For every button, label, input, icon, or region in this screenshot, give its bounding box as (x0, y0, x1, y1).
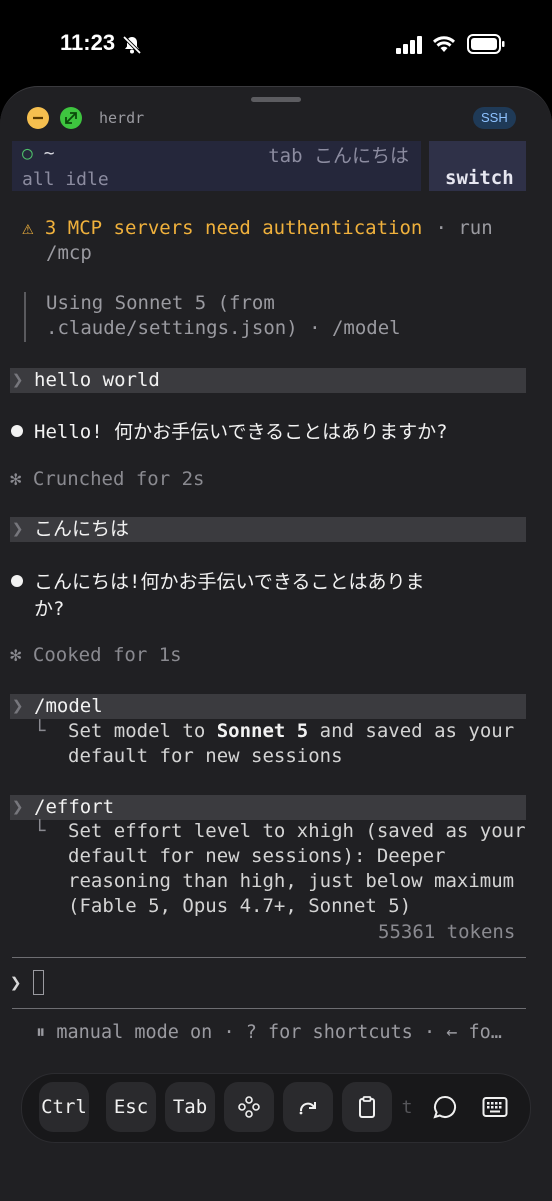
mcp-warning-sep: · run (424, 217, 493, 239)
user-prompt: ❯ hello world (10, 368, 526, 393)
command-output-line3: reasoning than high, just below maximum (68, 870, 515, 892)
divider (12, 957, 526, 958)
input-cursor[interactable] (33, 970, 44, 995)
assistant-reply-line1: こんにちは!何かお手伝いできることはありま (34, 571, 425, 593)
partial-key-button[interactable]: t (396, 1082, 418, 1132)
partial-icon: t (401, 1096, 413, 1118)
key-toolbar: Ctrl Esc Tab t (21, 1073, 531, 1143)
window-title: herdr (99, 109, 145, 127)
assistant-reply: Hello! 何かお手伝いできることはありますか? (34, 421, 448, 443)
token-count: 55361 tokens (378, 921, 516, 943)
wifi-icon (433, 36, 455, 52)
bullet-icon (11, 425, 23, 437)
ctrl-key-button[interactable]: Ctrl (39, 1082, 89, 1132)
tab-dir: ○ ~ (22, 143, 55, 164)
tab-bar[interactable]: ○ ~ tab こんにちは all idle (12, 141, 421, 191)
cellular-signal-icon (396, 36, 422, 54)
command-prompt: ❯ /effort (10, 795, 526, 820)
chevron-right-icon: ❯ (12, 695, 24, 717)
maximize-button[interactable] (60, 107, 82, 129)
chevron-right-icon: ❯ (12, 796, 24, 818)
input-prompt-icon: ❯ (10, 972, 22, 994)
timing-note: ✻ Crunched for 2s (10, 468, 205, 490)
clipboard-button[interactable] (342, 1082, 392, 1132)
tree-corner-icon: └ (34, 720, 46, 742)
command-output-line2: default for new sessions (68, 745, 343, 767)
redo-button[interactable] (283, 1082, 333, 1132)
user-prompt: ❯ こんにちは (10, 517, 526, 542)
tab-label: tab こんにちは (268, 145, 409, 167)
chat-icon (433, 1095, 457, 1119)
tab-key-button[interactable]: Tab (165, 1082, 215, 1132)
timing-note: ✻ Cooked for 1s (10, 644, 182, 666)
minimize-button[interactable] (27, 107, 49, 129)
ssh-badge: SSH (473, 107, 516, 129)
terminal-sheet: herdr SSH ○ ~ tab こんにちは all idle switch … (0, 86, 552, 1201)
command-prompt: ❯ /model (10, 694, 526, 719)
tree-corner-icon: └ (34, 820, 46, 842)
tab-status: all idle (22, 169, 109, 190)
command-output-line1: Set model to Sonnet 5 and saved as your (68, 720, 515, 742)
mcp-command: /mcp (46, 242, 92, 264)
gamepad-button[interactable] (224, 1082, 274, 1132)
circle-status-icon: ○ (22, 143, 33, 164)
keyboard-button[interactable] (474, 1082, 516, 1132)
expand-icon (65, 112, 77, 124)
divider (12, 1008, 526, 1009)
gamepad-icon (238, 1096, 260, 1118)
assistant-reply-line2: か? (34, 598, 65, 620)
command-output-line2: default for new sessions): Deeper (68, 845, 446, 867)
minus-icon (33, 116, 43, 120)
model-note-line2: .claude/settings.json) · /model (46, 317, 401, 339)
keyboard-icon (482, 1097, 508, 1117)
command-output-line4: (Fable 5, Opus 4.7+, Sonnet 5) (68, 895, 412, 917)
clipboard-icon (359, 1096, 375, 1118)
command-output-line1: Set effort level to xhigh (saved as your (68, 820, 526, 842)
redo-icon (299, 1102, 316, 1115)
mcp-warning: ⚠ 3 MCP servers need authentication (22, 217, 423, 239)
model-note-line1: Using Sonnet 5 (from (46, 292, 275, 314)
battery-icon (467, 34, 505, 54)
esc-key-button[interactable]: Esc (106, 1082, 156, 1132)
chat-button[interactable] (424, 1082, 466, 1132)
sheet-grabber[interactable] (251, 97, 301, 102)
status-bar: 11:23 (0, 0, 552, 88)
mode-hint: ⏸ manual mode on · ? for shortcuts · ← f… (36, 1022, 502, 1043)
chevron-right-icon: ❯ (12, 518, 24, 540)
quote-bar (24, 292, 26, 342)
chevron-right-icon: ❯ (12, 369, 24, 391)
bell-slash-icon (122, 35, 142, 55)
clock: 11:23 (60, 30, 116, 55)
bullet-icon (11, 575, 23, 587)
switch-button[interactable]: switch (429, 141, 526, 191)
